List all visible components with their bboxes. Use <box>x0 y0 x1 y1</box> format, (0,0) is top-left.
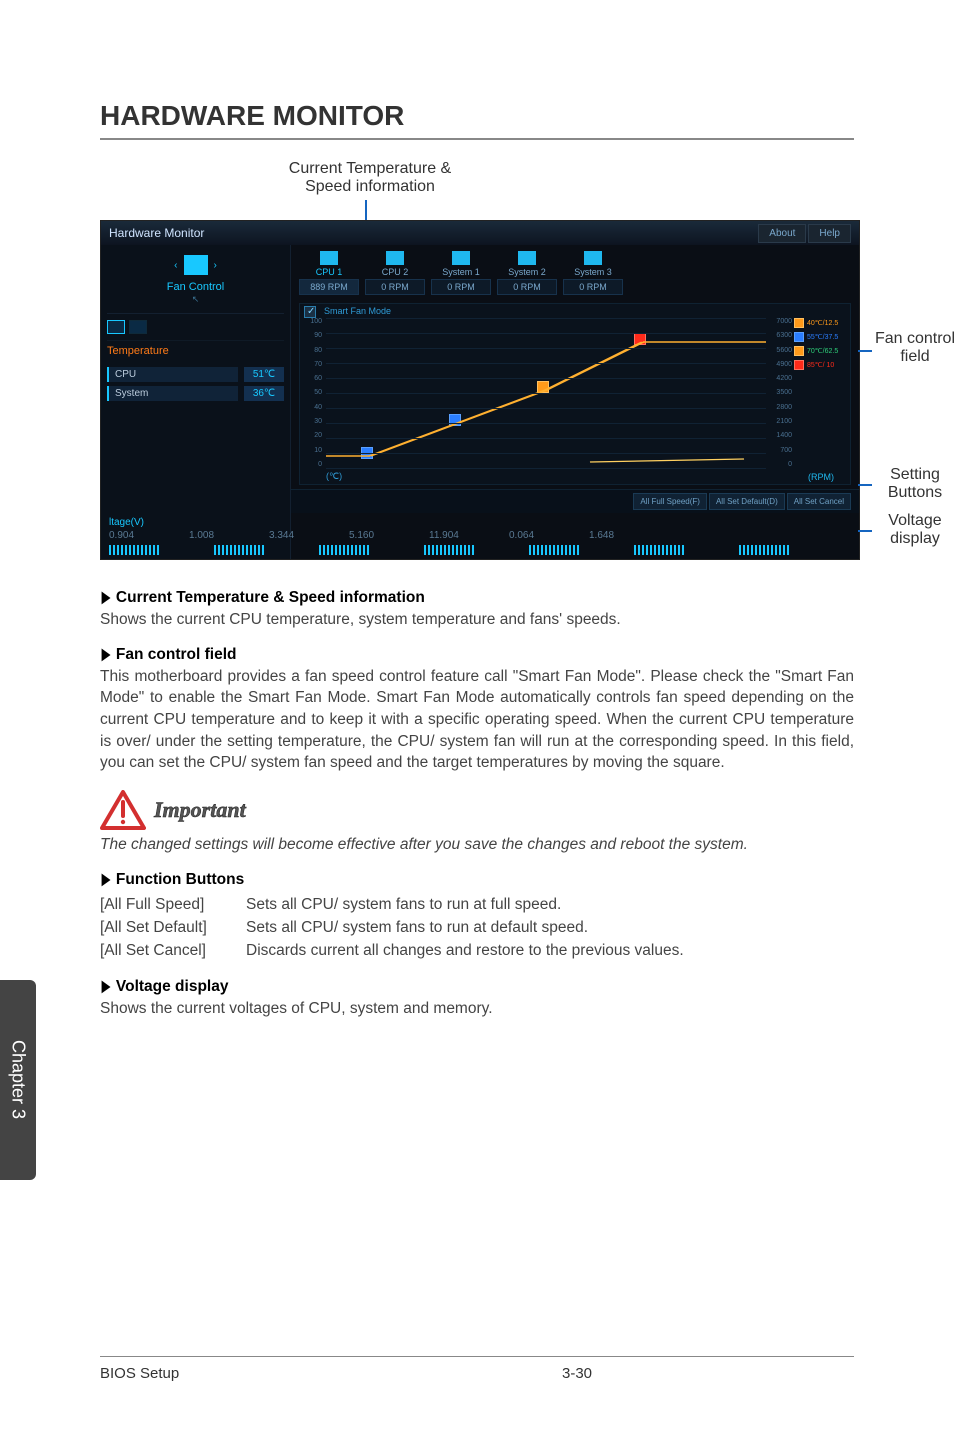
tab-help[interactable]: Help <box>808 224 851 243</box>
section1-head: ▶Current Temperature & Speed information <box>100 588 854 607</box>
temp-system-row: System 36℃ <box>107 386 284 401</box>
callout-line-top <box>365 200 367 220</box>
important-note: The changed settings will become effecti… <box>100 834 854 856</box>
legend-item: 85℃/ 10 <box>794 360 848 370</box>
fan-icon <box>386 251 404 265</box>
important-callout: Important <box>100 790 854 830</box>
page-footer: BIOS Setup 3-30 <box>100 1356 854 1382</box>
setting-buttons-row: All Full Speed(F) All Set Default(D) All… <box>291 489 859 513</box>
voltage-bar <box>424 545 474 555</box>
fan-control-label: Fan Control ↖ <box>107 279 284 314</box>
chart-legend: 40℃/12.5 55℃/37.5 70℃/62.5 85℃/ 10 <box>794 318 848 370</box>
legend-item: 40℃/12.5 <box>794 318 848 328</box>
x-axis-label-right: (RPM) <box>808 472 834 482</box>
temp-cpu-row: CPU 51℃ <box>107 367 284 382</box>
smart-fan-mode-label: Smart Fan Mode <box>324 306 391 316</box>
voltage-row: 0.904 1.008 3.344 5.160 11.904 0.064 1.648 <box>101 528 859 545</box>
temperature-label: Temperature <box>107 341 284 363</box>
annot-voltage-display: Voltage display <box>870 512 954 548</box>
voltage-label: ltage(V) <box>101 513 859 528</box>
section2-body: This motherboard provides a fan speed co… <box>100 666 854 774</box>
all-set-default-button[interactable]: All Set Default(D) <box>709 493 785 510</box>
voltage-value: 11.904 <box>429 530 479 541</box>
annot-setting-buttons: Setting Buttons <box>870 466 954 502</box>
fan-system-1[interactable]: System 1 0 RPM <box>431 251 491 295</box>
section4-head: ▶Voltage display <box>100 977 854 996</box>
voltage-bar <box>739 545 789 555</box>
function-row: [All Full Speed]Sets all CPU/ system fan… <box>100 893 854 916</box>
fan-cpu-1[interactable]: CPU 1 889 RPM <box>299 251 359 295</box>
voltage-value: 0.064 <box>509 530 559 541</box>
voltage-value: 1.008 <box>189 530 239 541</box>
callout-top: Current Temperature & Speed information <box>270 160 470 196</box>
all-set-cancel-button[interactable]: All Set Cancel <box>787 493 851 510</box>
hw-monitor-screenshot: Hardware Monitor About Help ‹ › Fan Cont… <box>100 220 860 560</box>
fan-icon <box>320 251 338 265</box>
fan-icon <box>584 251 602 265</box>
section3-head: ▶Function Buttons <box>100 870 854 889</box>
fan-icon <box>452 251 470 265</box>
section2-head: ▶Fan control field <box>100 645 854 664</box>
fan-system-3[interactable]: System 3 0 RPM <box>563 251 623 295</box>
chapter-tab: Chapter 3 <box>0 980 36 1180</box>
y-axis-left: 1009080706050403020100 <box>304 318 322 468</box>
fan-icon <box>518 251 536 265</box>
voltage-value: 5.160 <box>349 530 399 541</box>
smart-fan-checkbox[interactable]: ✓ <box>304 306 316 318</box>
footer-page-number: 3-30 <box>392 1365 854 1382</box>
voltage-bar <box>109 545 159 555</box>
voltage-value: 1.648 <box>589 530 639 541</box>
fan-nav-icon <box>184 255 208 275</box>
chart-grid <box>326 318 766 468</box>
annot-fan-control: Fan control field <box>870 330 954 366</box>
fan-chart[interactable]: ✓ Smart Fan Mode 1009080706050403020100 … <box>299 303 851 485</box>
voltage-value: 0.904 <box>109 530 159 541</box>
y-axis-right: 7000630056004900420035002800210014007000 <box>768 318 792 468</box>
voltage-bar <box>634 545 684 555</box>
page-title: HARDWARE MONITOR <box>100 100 854 140</box>
voltage-bar <box>214 545 264 555</box>
legend-item: 55℃/37.5 <box>794 332 848 342</box>
mode-icons[interactable] <box>107 314 284 341</box>
fan-system-2[interactable]: System 2 0 RPM <box>497 251 557 295</box>
voltage-bar <box>529 545 579 555</box>
fan-cpu-2[interactable]: CPU 2 0 RPM <box>365 251 425 295</box>
window-title: Hardware Monitor <box>109 226 204 240</box>
function-row: [All Set Default]Sets all CPU/ system fa… <box>100 916 854 939</box>
function-table: [All Full Speed]Sets all CPU/ system fan… <box>100 893 854 963</box>
voltage-bars <box>101 545 859 559</box>
footer-left: BIOS Setup <box>100 1365 392 1382</box>
important-word: Important <box>154 797 246 823</box>
all-full-speed-button[interactable]: All Full Speed(F) <box>633 493 707 510</box>
legend-item: 70℃/62.5 <box>794 346 848 356</box>
x-axis-label-left: (℃) <box>326 471 342 482</box>
voltage-bar <box>319 545 369 555</box>
function-row: [All Set Cancel]Discards current all cha… <box>100 939 854 962</box>
section4-body: Shows the current voltages of CPU, syste… <box>100 998 854 1020</box>
voltage-value: 3.344 <box>269 530 319 541</box>
fans-row: CPU 1 889 RPM CPU 2 0 RPM System 1 0 RPM… <box>291 245 859 301</box>
section1-body: Shows the current CPU temperature, syste… <box>100 609 854 631</box>
nav-row[interactable]: ‹ › <box>107 251 284 279</box>
tab-about[interactable]: About <box>758 224 806 243</box>
